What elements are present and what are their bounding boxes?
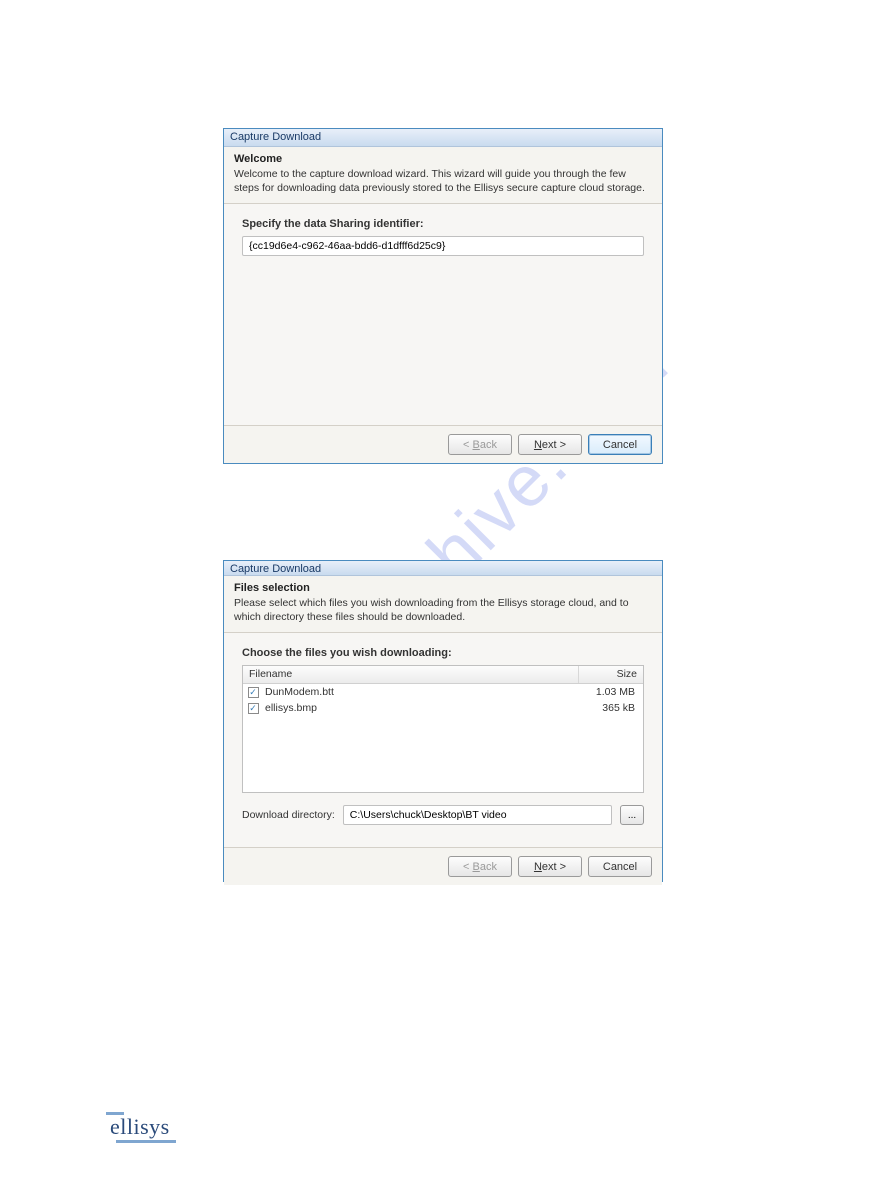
identifier-label: Specify the data Sharing identifier: <box>242 218 644 230</box>
dialog-titlebar: Capture Download <box>224 561 662 576</box>
next-button[interactable]: Next > <box>518 434 582 455</box>
header-title: Welcome <box>234 153 652 165</box>
cancel-button[interactable]: Cancel <box>588 434 652 455</box>
dialog-body: Choose the files you wish downloading: F… <box>224 633 662 847</box>
ellisys-logo: ellisys <box>110 1114 170 1140</box>
header-description: Welcome to the capture download wizard. … <box>234 167 652 195</box>
next-button[interactable]: Next > <box>518 856 582 877</box>
capture-download-dialog-files: Capture Download Files selection Please … <box>223 560 663 882</box>
capture-download-dialog-welcome: Capture Download Welcome Welcome to the … <box>223 128 663 464</box>
table-row[interactable]: ✓ ellisys.bmp 365 kB <box>243 700 643 716</box>
cell-size: 365 kB <box>579 702 643 714</box>
checkbox-icon[interactable]: ✓ <box>248 703 259 714</box>
table-row[interactable]: ✓ DunModem.btt 1.03 MB <box>243 684 643 700</box>
cell-filename: DunModem.btt <box>263 686 579 698</box>
cancel-button[interactable]: Cancel <box>588 856 652 877</box>
dialog-body: Specify the data Sharing identifier: <box>224 204 662 425</box>
back-button: < Back <box>448 434 512 455</box>
back-button: < Back <box>448 856 512 877</box>
files-table: Filename Size ✓ DunModem.btt 1.03 MB ✓ e… <box>242 665 644 793</box>
dialog-button-bar: < Back Next > Cancel <box>224 847 662 885</box>
document-page: manualshive.com Capture Download Welcome… <box>0 0 893 1188</box>
dialog-header: Files selection Please select which file… <box>224 576 662 633</box>
identifier-input[interactable] <box>242 236 644 256</box>
cell-filename: ellisys.bmp <box>263 702 579 714</box>
dialog-button-bar: < Back Next > Cancel <box>224 425 662 463</box>
checkbox-icon[interactable]: ✓ <box>248 687 259 698</box>
download-directory-label: Download directory: <box>242 809 335 821</box>
download-directory-row: Download directory: ... <box>242 805 644 825</box>
header-description: Please select which files you wish downl… <box>234 596 652 624</box>
dialog-header: Welcome Welcome to the capture download … <box>224 147 662 204</box>
table-header-row: Filename Size <box>243 666 643 684</box>
download-directory-input[interactable] <box>343 805 612 825</box>
logo-text: ellisys <box>110 1114 170 1139</box>
header-title: Files selection <box>234 582 652 594</box>
choose-files-label: Choose the files you wish downloading: <box>242 647 644 659</box>
column-header-size[interactable]: Size <box>579 666 643 683</box>
cell-size: 1.03 MB <box>579 686 643 698</box>
column-header-filename[interactable]: Filename <box>243 666 579 683</box>
browse-button[interactable]: ... <box>620 805 644 825</box>
dialog-titlebar: Capture Download <box>224 129 662 147</box>
